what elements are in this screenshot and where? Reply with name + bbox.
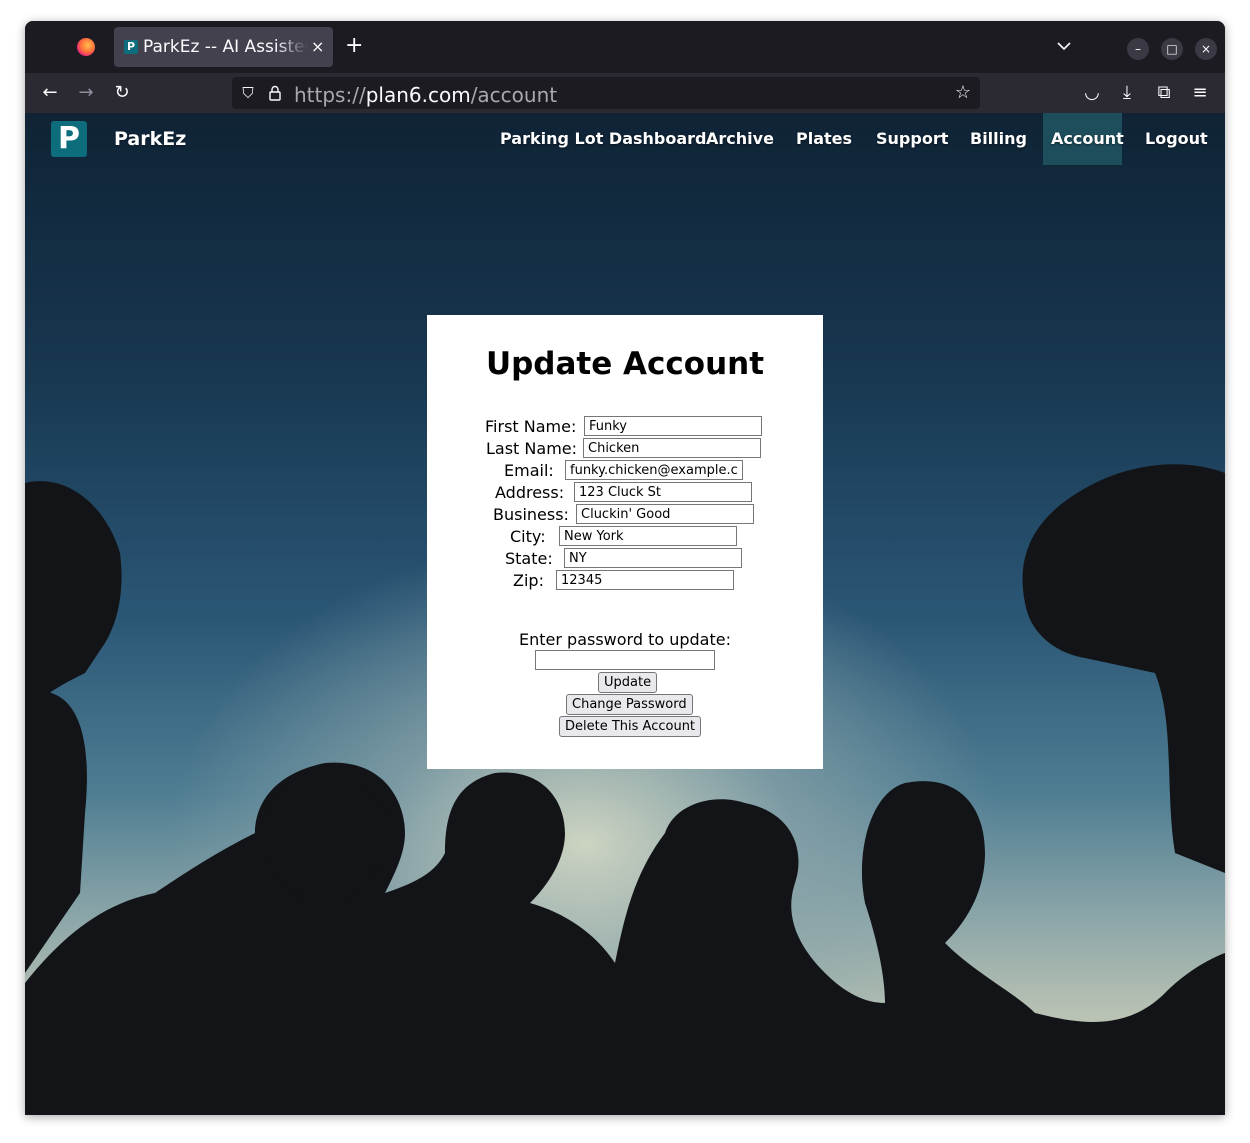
tab-parkez[interactable]: P ParkEz -- AI Assistec × (114, 27, 333, 67)
last-name-input[interactable] (583, 438, 761, 458)
extensions-icon[interactable]: ⧉ (1154, 83, 1174, 103)
url-text[interactable]: https://plan6.com/account (294, 83, 557, 107)
nav-support[interactable]: Support (876, 129, 948, 148)
city-input[interactable] (559, 526, 737, 546)
downloads-icon[interactable]: ⤓ (1117, 83, 1137, 103)
nav-plates[interactable]: Plates (796, 129, 852, 148)
first-name-label: First Name: (485, 417, 577, 436)
state-input[interactable] (564, 548, 742, 568)
nav-account[interactable]: Account (1051, 129, 1124, 148)
url-scheme: https:// (294, 83, 366, 107)
first-name-input[interactable] (584, 416, 762, 436)
tab-favicon-icon: P (124, 40, 138, 54)
firefox-logo-icon (77, 38, 95, 56)
update-account-card: Update Account First Name: Last Name: Em… (427, 315, 823, 769)
business-input[interactable] (576, 504, 754, 524)
zip-input[interactable] (556, 570, 734, 590)
minimize-button[interactable]: – (1127, 38, 1149, 60)
bookmark-star-icon[interactable]: ☆ (953, 83, 973, 103)
close-window-button[interactable]: × (1195, 38, 1217, 60)
browser-window: P ParkEz -- AI Assistec × + – □ × ← → ↻ … (25, 21, 1225, 1115)
state-label: State: (505, 549, 553, 568)
page-title: Update Account (485, 346, 765, 382)
menu-icon[interactable]: ≡ (1190, 83, 1210, 103)
last-name-label: Last Name: (486, 439, 578, 458)
parkez-logo[interactable]: P (51, 121, 87, 157)
city-label: City: (510, 527, 546, 546)
browser-toolbar: ← → ↻ ⛉ https://plan6.com/account ☆ ◡ ⤓ … (25, 73, 1225, 113)
tab-title: ParkEz -- AI Assistec (143, 37, 308, 57)
email-label: Email: (504, 461, 554, 480)
reload-icon[interactable]: ↻ (112, 83, 132, 103)
page-content: P ParkEz Parking Lot Dashboard Archive P… (25, 113, 1225, 1115)
close-tab-icon[interactable]: × (311, 37, 324, 56)
nav-archive[interactable]: Archive (706, 129, 774, 148)
email-input[interactable] (565, 460, 743, 480)
maximize-button[interactable]: □ (1161, 38, 1183, 60)
tab-strip: P ParkEz -- AI Assistec × + – □ × (25, 21, 1225, 73)
business-label: Business: (493, 505, 569, 524)
address-input[interactable] (574, 482, 752, 502)
address-label: Address: (495, 483, 565, 502)
password-input[interactable] (535, 650, 715, 670)
url-host: plan6.com (365, 83, 471, 107)
zip-label: Zip: (513, 571, 544, 590)
brand-name[interactable]: ParkEz (114, 128, 186, 150)
url-path: /account (470, 83, 558, 107)
url-bar[interactable]: ⛉ https://plan6.com/account ☆ (232, 77, 980, 109)
lock-icon[interactable] (268, 85, 282, 101)
change-password-button[interactable]: Change Password (566, 694, 693, 715)
chevron-down-icon[interactable] (1055, 37, 1073, 55)
back-icon[interactable]: ← (40, 83, 60, 103)
delete-account-button[interactable]: Delete This Account (559, 716, 702, 737)
new-tab-button[interactable]: + (345, 35, 363, 57)
forward-icon[interactable]: → (76, 83, 96, 103)
site-navbar: P ParkEz Parking Lot Dashboard Archive P… (25, 113, 1225, 165)
update-button[interactable]: Update (598, 672, 658, 693)
nav-parking-lot-dashboard[interactable]: Parking Lot Dashboard (500, 129, 707, 148)
nav-billing[interactable]: Billing (970, 129, 1027, 148)
shield-icon[interactable]: ⛉ (238, 83, 258, 103)
pocket-icon[interactable]: ◡ (1082, 83, 1102, 103)
nav-logout[interactable]: Logout (1145, 129, 1208, 148)
password-label: Enter password to update: (519, 630, 731, 649)
